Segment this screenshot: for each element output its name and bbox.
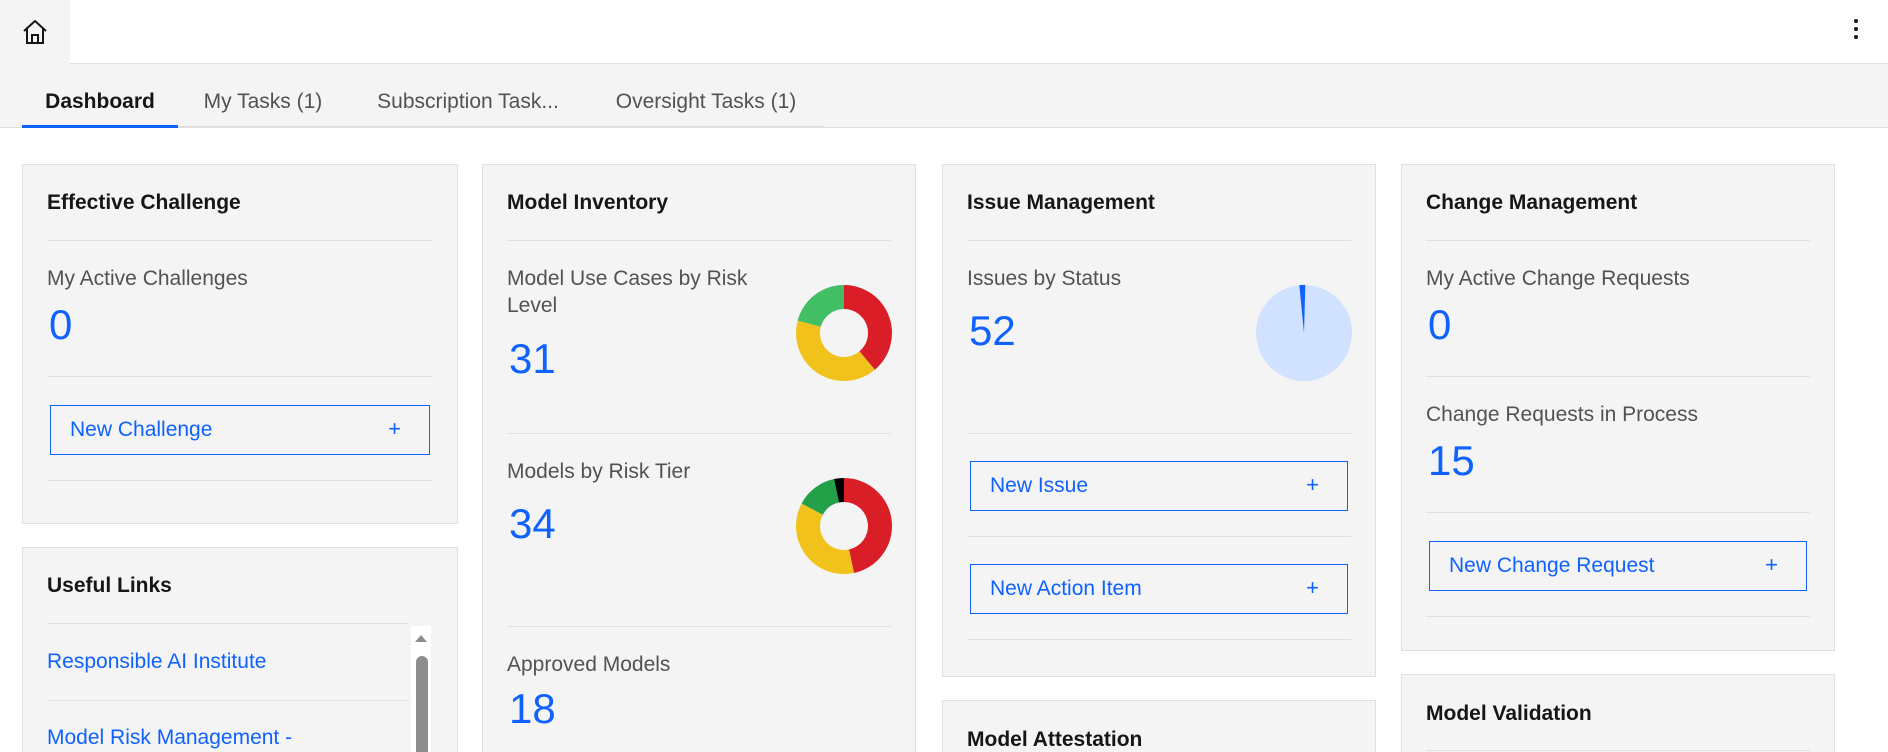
card-title: Useful Links [47, 574, 172, 597]
overflow-menu-vertical-icon [1854, 19, 1858, 23]
tab-subscription-tasks[interactable]: Subscription Task... [348, 88, 588, 128]
top-bar [0, 0, 1888, 64]
scrollbar-thumb[interactable] [416, 656, 428, 752]
metric-value[interactable]: 0 [1428, 301, 1451, 349]
model-attestation-card: Model Attestation [942, 700, 1376, 752]
divider [507, 626, 891, 627]
card-title: Change Management [1426, 191, 1638, 214]
model-inventory-card: Model Inventory Model Use Cases by Risk … [482, 164, 916, 752]
scroll-up-icon[interactable] [411, 630, 431, 646]
effective-challenge-card: Effective Challenge My Active Challenges… [22, 164, 458, 524]
divider [1426, 376, 1810, 377]
divider [47, 700, 409, 701]
home-button[interactable] [0, 0, 70, 64]
divider [47, 623, 409, 624]
tab-oversight-tasks[interactable]: Oversight Tasks (1) [588, 88, 824, 128]
divider [1426, 750, 1810, 751]
model-validation-card: Model Validation [1401, 674, 1835, 752]
donut-segments [796, 478, 892, 574]
metric-label: Model Use Cases by Risk Level [507, 267, 748, 317]
button-label: New Action Item [990, 577, 1142, 600]
divider [1426, 240, 1810, 241]
divider [507, 240, 891, 241]
overflow-menu-button[interactable] [1844, 14, 1868, 44]
divider [967, 639, 1351, 640]
card-title: Issue Management [967, 191, 1155, 214]
button-label: New Change Request [1449, 554, 1655, 577]
tab-my-tasks[interactable]: My Tasks (1) [178, 88, 348, 128]
card-title: Effective Challenge [47, 191, 241, 214]
issue-management-card: Issue Management Issues by Status 52 New… [942, 164, 1376, 677]
change-management-card: Change Management My Active Change Reque… [1401, 164, 1835, 651]
donut-segment-red [844, 478, 892, 573]
new-issue-button[interactable]: New Issue + [970, 461, 1348, 511]
divider [1426, 512, 1810, 513]
divider [47, 480, 433, 481]
divider [47, 376, 433, 377]
home-icon [23, 20, 47, 44]
add-icon: + [1306, 575, 1319, 600]
metric-value[interactable]: 15 [1428, 437, 1475, 485]
metric-value[interactable]: 34 [509, 500, 556, 548]
divider [1426, 616, 1810, 617]
link-responsible-ai-institute[interactable]: Responsible AI Institute [47, 650, 266, 674]
button-label: New Challenge [70, 418, 213, 441]
new-challenge-button[interactable]: New Challenge + [50, 405, 430, 455]
metric-label: My Active Challenges [47, 267, 248, 290]
issues-status-pie-chart[interactable] [1255, 284, 1353, 382]
divider [967, 240, 1351, 241]
card-title: Model Inventory [507, 191, 669, 214]
divider [47, 240, 433, 241]
donut-segment-yellow [796, 503, 854, 574]
risk-tier-donut-chart[interactable] [795, 477, 893, 575]
metric-label: Models by Risk Tier [507, 460, 691, 483]
tab-bar: Dashboard My Tasks (1) Subscription Task… [0, 64, 1888, 128]
card-title: Model Validation [1426, 702, 1592, 725]
donut-segment-green [797, 285, 844, 327]
add-icon: + [1306, 472, 1319, 497]
new-action-item-button[interactable]: New Action Item + [970, 564, 1348, 614]
new-change-request-button[interactable]: New Change Request + [1429, 541, 1807, 591]
divider [967, 536, 1351, 537]
metric-label: Issues by Status [967, 267, 1122, 290]
metric-label: Change Requests in Process [1426, 403, 1698, 426]
button-label: New Issue [990, 474, 1089, 497]
divider [507, 433, 891, 434]
add-icon: + [1765, 552, 1778, 577]
add-icon: + [388, 416, 401, 441]
metric-label: My Active Change Requests [1426, 267, 1690, 290]
metric-label: Approved Models [507, 653, 671, 676]
risk-level-donut-chart[interactable] [795, 284, 893, 382]
metric-value[interactable]: 0 [49, 301, 72, 349]
metric-value[interactable]: 18 [509, 685, 556, 733]
useful-links-card: Useful Links Responsible AI Institute Mo… [22, 547, 458, 752]
metric-value[interactable]: 52 [969, 307, 1016, 355]
divider [967, 433, 1351, 434]
tab-dashboard[interactable]: Dashboard [22, 88, 178, 128]
card-title: Model Attestation [967, 728, 1143, 751]
scrollbar[interactable] [411, 626, 431, 752]
metric-value[interactable]: 31 [509, 335, 556, 383]
donut-segments [796, 285, 892, 381]
link-model-risk-management[interactable]: Model Risk Management - [47, 726, 292, 750]
